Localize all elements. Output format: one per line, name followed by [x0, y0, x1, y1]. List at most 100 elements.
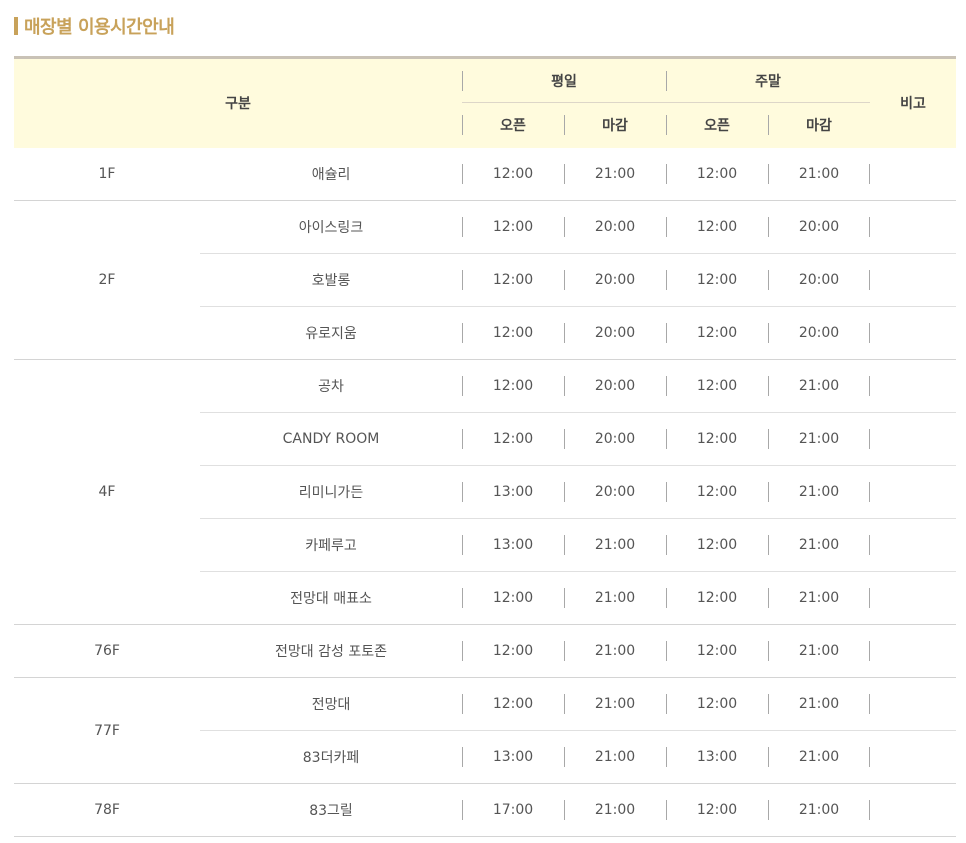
note-cell [870, 572, 956, 625]
store-name: 유로지움 [305, 326, 357, 342]
weekday-open: 13:00 [462, 519, 564, 572]
weekend-open: 12:00 [666, 201, 768, 254]
weekend-open: 13:00 [666, 731, 768, 784]
header-category: 구분 [14, 57, 463, 148]
weekend-open: 12:00 [666, 466, 768, 519]
table-row: 2F 아이스링크 12:00 20:00 12:00 20:00 [14, 200, 957, 360]
note-cell [870, 413, 956, 466]
header-weekend-close: 마감 [768, 102, 871, 148]
store-name: 아이스링크 [298, 220, 364, 236]
weekend-close: 20:00 [768, 201, 871, 254]
weekday-close: 20:00 [564, 413, 666, 466]
weekend-open: 12:00 [666, 360, 768, 413]
weekend-close: 21:00 [768, 731, 871, 784]
weekday-close: 20:00 [564, 466, 666, 519]
store-name: 전망대 매표소 [290, 591, 372, 607]
weekday-close: 20:00 [564, 307, 666, 360]
store-name: 전망대 감성 포토존 [275, 644, 387, 660]
note-cell [870, 360, 956, 413]
weekday-open: 17:00 [462, 784, 564, 837]
table-row: 76F 전망대 감성 포토존 12:00 21:00 12:00 21:00 [14, 625, 957, 678]
header-weekend: 주말 [666, 57, 871, 103]
store-name: 카페루고 [305, 538, 357, 554]
weekday-close: 21:00 [564, 784, 666, 837]
floor-cell: 77F [14, 677, 200, 784]
weekday-close: 21:00 [564, 678, 666, 731]
weekend-open: 12:00 [666, 413, 768, 466]
weekday-open: 12:00 [462, 254, 564, 307]
header-weekday: 평일 [462, 57, 667, 103]
store-name: 호발롱 [311, 273, 351, 289]
weekend-open: 12:00 [666, 572, 768, 625]
weekday-close: 21:00 [564, 572, 666, 625]
weekend-close: 21:00 [768, 625, 871, 678]
note-cell [870, 466, 956, 519]
weekday-close: 21:00 [564, 148, 666, 201]
weekday-open: 12:00 [462, 678, 564, 731]
weekday-open: 12:00 [462, 307, 564, 360]
title-accent-bar [14, 17, 18, 35]
store-hours-table: 구분 평일 주말 비고 오픈 마감 오픈 마감 1F 애슐리 12:00 21:… [14, 56, 957, 837]
table-row: 77F 전망대 12:00 21:00 12:00 21:00 [14, 677, 957, 784]
floor-cell: 4F [14, 359, 200, 625]
weekday-open: 12:00 [462, 360, 564, 413]
weekend-close: 21:00 [768, 148, 871, 201]
note-cell [870, 625, 956, 678]
note-cell [870, 784, 956, 837]
floor-cell: 76F [94, 643, 120, 659]
weekday-open: 12:00 [462, 148, 564, 201]
note-cell [870, 307, 956, 360]
store-name: 83더카페 [302, 750, 360, 766]
page-title: 매장별 이용시간안내 [24, 17, 175, 38]
header-weekday-close: 마감 [564, 102, 667, 148]
weekend-close: 21:00 [768, 360, 871, 413]
store-name: 전망대 [311, 697, 351, 713]
floor-cell: 2F [14, 200, 200, 360]
floor-cell: 1F [98, 165, 116, 182]
store-name: 83그릴 [309, 803, 353, 819]
table-row: 78F 83그릴 17:00 21:00 12:00 21:00 [14, 784, 957, 837]
weekday-open: 13:00 [462, 731, 564, 784]
weekday-close: 20:00 [564, 201, 666, 254]
note-cell [870, 148, 956, 201]
weekend-close: 21:00 [768, 519, 871, 572]
store-name: 리미니가든 [298, 485, 364, 501]
weekday-open: 12:00 [462, 625, 564, 678]
weekend-close: 20:00 [768, 307, 871, 360]
weekday-close: 20:00 [564, 360, 666, 413]
weekend-open: 12:00 [666, 148, 768, 201]
note-cell [870, 201, 956, 254]
weekend-open: 12:00 [666, 254, 768, 307]
store-name: 공차 [318, 379, 344, 395]
weekend-close: 21:00 [768, 784, 871, 837]
store-name: 애슐리 [311, 166, 351, 183]
weekend-open: 12:00 [666, 784, 768, 837]
header-note-label: 비고 [900, 96, 926, 113]
section-title: 매장별 이용시간안내 [14, 12, 175, 40]
weekend-close: 21:00 [768, 466, 871, 519]
note-cell [870, 731, 956, 784]
header-note: 비고 [870, 57, 957, 148]
header-weekday-open: 오픈 [462, 102, 565, 148]
weekend-open: 12:00 [666, 678, 768, 731]
weekend-close: 21:00 [768, 413, 871, 466]
weekday-close: 21:00 [564, 625, 666, 678]
weekday-close: 20:00 [564, 254, 666, 307]
table-row: 4F 공차 12:00 20:00 12:00 21:00 [14, 359, 957, 625]
weekday-open: 13:00 [462, 466, 564, 519]
weekday-open: 12:00 [462, 413, 564, 466]
store-name: CANDY ROOM [282, 431, 380, 447]
weekend-open: 12:00 [666, 625, 768, 678]
floor-cell: 78F [94, 802, 120, 818]
header-weekend-open: 오픈 [666, 102, 769, 148]
weekday-open: 12:00 [462, 572, 564, 625]
weekend-close: 20:00 [768, 254, 871, 307]
note-cell [870, 678, 956, 731]
table-row: 1F 애슐리 12:00 21:00 12:00 21:00 [14, 148, 957, 201]
note-cell [870, 519, 956, 572]
hours-table-container: 구분 평일 주말 비고 오픈 마감 오픈 마감 1F 애슐리 12:00 21:… [14, 56, 957, 837]
weekend-open: 12:00 [666, 519, 768, 572]
weekend-close: 21:00 [768, 678, 871, 731]
weekday-open: 12:00 [462, 201, 564, 254]
weekend-open: 12:00 [666, 307, 768, 360]
